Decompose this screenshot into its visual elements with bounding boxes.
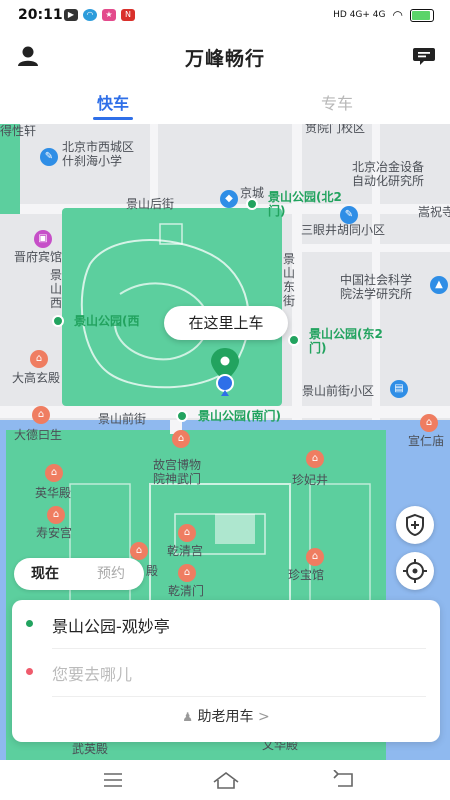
ride-now-option[interactable]: 现在 <box>16 558 74 590</box>
map-label: 景山后街 <box>126 197 175 211</box>
destination-input[interactable]: 您要去哪儿 <box>52 661 132 685</box>
battery-icon <box>410 8 434 22</box>
map-label: 乾清门 <box>168 584 205 598</box>
pickup-location: 景山公园-观妙亭 <box>52 617 170 636</box>
museum-icon: ⌂ <box>306 450 324 468</box>
app-notification-icon: ★ <box>102 9 116 21</box>
map-label: 故宫博物 院神武门 <box>153 458 202 486</box>
home-icon[interactable] <box>212 770 240 790</box>
destination-row[interactable]: 您要去哪儿 <box>12 648 440 696</box>
map-label: 景 山 东 街 <box>283 252 296 308</box>
locate-me-button[interactable] <box>396 552 434 590</box>
status-time: 20:11 <box>18 7 63 23</box>
tab-premium[interactable]: 专车 <box>277 90 397 114</box>
map-label: 大德曰生 <box>14 428 63 442</box>
temple-icon: ⌂ <box>30 350 48 368</box>
pickup-point-label[interactable]: 景山公园(北2 门) <box>268 190 342 218</box>
pickup-point-dot[interactable] <box>52 315 64 327</box>
residential-icon: ▤ <box>390 380 408 398</box>
temple-icon: ⌂ <box>32 406 50 424</box>
map-label: 英华殿 <box>35 486 72 500</box>
map-label: 珍妃井 <box>292 473 329 487</box>
divider <box>52 696 426 697</box>
map-label: 北京市西城区 什刹海小学 <box>62 140 135 168</box>
chevron-right-icon: > <box>257 709 270 725</box>
app-title: 万峰畅行 <box>184 48 265 70</box>
crosshair-icon <box>403 559 427 583</box>
tab-express[interactable]: 快车 <box>53 90 173 114</box>
pickup-point-label[interactable]: 景山公园(南门) <box>198 409 281 423</box>
app-notification-icon: ▶ <box>64 9 78 21</box>
map-label: 贯院门校区 <box>305 124 366 135</box>
school-icon: ✎ <box>40 148 58 166</box>
pickup-point-dot[interactable] <box>176 410 188 422</box>
map-label: 乾清宫 <box>167 544 204 558</box>
museum-icon: ⌂ <box>45 464 63 482</box>
pickup-bubble[interactable]: 在这里上车 <box>164 306 288 340</box>
active-tab-indicator <box>93 117 133 120</box>
destination-dot-icon <box>26 668 33 675</box>
location-pin-icon <box>211 348 239 396</box>
museum-icon: ⌂ <box>172 430 190 448</box>
schedule-option[interactable]: 预约 <box>82 558 140 590</box>
status-indicators: HD 4G+ 4G ◠ <box>333 8 434 22</box>
map-label: 三眼井胡同小区 <box>301 223 386 237</box>
temple-icon: ⌂ <box>420 414 438 432</box>
notification-icons: ▶ ◠ ★ N <box>64 9 135 21</box>
shield-plus-icon <box>406 513 424 537</box>
pickup-point-dot[interactable] <box>288 334 300 346</box>
status-bar: 20:11 ▶ ◠ ★ N HD 4G+ 4G ◠ <box>0 0 450 32</box>
app-notification-icon: ◠ <box>83 9 97 21</box>
service-tabs: 快车 专车 <box>0 82 450 124</box>
map-label: 武英殿 <box>72 742 109 756</box>
ride-time-toggle: 现在 预约 <box>14 558 144 590</box>
map-label: 北京冶金设备 自动化研究所 <box>352 160 425 188</box>
back-icon[interactable] <box>332 770 356 790</box>
pickup-point-label[interactable]: 景山公园(西 <box>74 314 140 328</box>
map-label: 景山前街 <box>98 412 147 426</box>
map-label: 景山前街小区 <box>302 384 375 398</box>
safety-button[interactable] <box>396 506 434 544</box>
pickup-row[interactable]: 景山公园-观妙亭 <box>12 600 440 648</box>
pickup-dot-icon <box>26 620 33 627</box>
pickup-point-dot[interactable] <box>246 198 258 210</box>
wifi-icon: ◠ <box>392 8 403 22</box>
menu-icon[interactable] <box>102 771 124 789</box>
top-bar: 万峰畅行 <box>0 32 450 82</box>
trip-card: 景山公园-观妙亭 您要去哪儿 ♟ 助老用车 > <box>12 600 440 742</box>
hotel-icon: ▣ <box>34 230 52 248</box>
app-notification-icon: N <box>121 9 135 21</box>
map-label: 寿安宫 <box>36 526 73 540</box>
map-label: 珍宝馆 <box>288 568 325 582</box>
system-nav-bar <box>0 760 450 800</box>
map-label: 嵩祝寺 <box>418 205 450 219</box>
message-icon <box>413 48 435 65</box>
museum-icon: ⌂ <box>47 506 65 524</box>
map-label: 大高玄殿 <box>12 371 61 385</box>
map-label: 中国社会科学 院法学研究所 <box>340 273 413 301</box>
research-icon: ▲ <box>430 276 448 294</box>
map-label: 景 山 西 <box>50 268 63 310</box>
elder-icon: ♟ <box>182 710 194 724</box>
map-label: 得性轩 <box>0 124 37 138</box>
landmark-icon: ◆ <box>220 190 238 208</box>
pickup-point-label[interactable]: 景山公园(东2 门) <box>309 327 383 355</box>
elder-mode-label: 助老用车 <box>197 709 254 725</box>
elder-mode-link[interactable]: ♟ 助老用车 > <box>12 706 440 726</box>
museum-icon: ⌂ <box>178 524 196 542</box>
museum-icon: ⌂ <box>178 564 196 582</box>
museum-icon: ⌂ <box>306 548 324 566</box>
school-icon: ✎ <box>340 206 358 224</box>
message-button[interactable] <box>412 44 436 68</box>
map-label: 殿 <box>146 564 159 578</box>
map-label: 宣仁庙 <box>408 434 445 448</box>
map-label: 晋府宾馆 <box>14 250 63 264</box>
network-label: HD 4G+ 4G <box>333 10 386 20</box>
